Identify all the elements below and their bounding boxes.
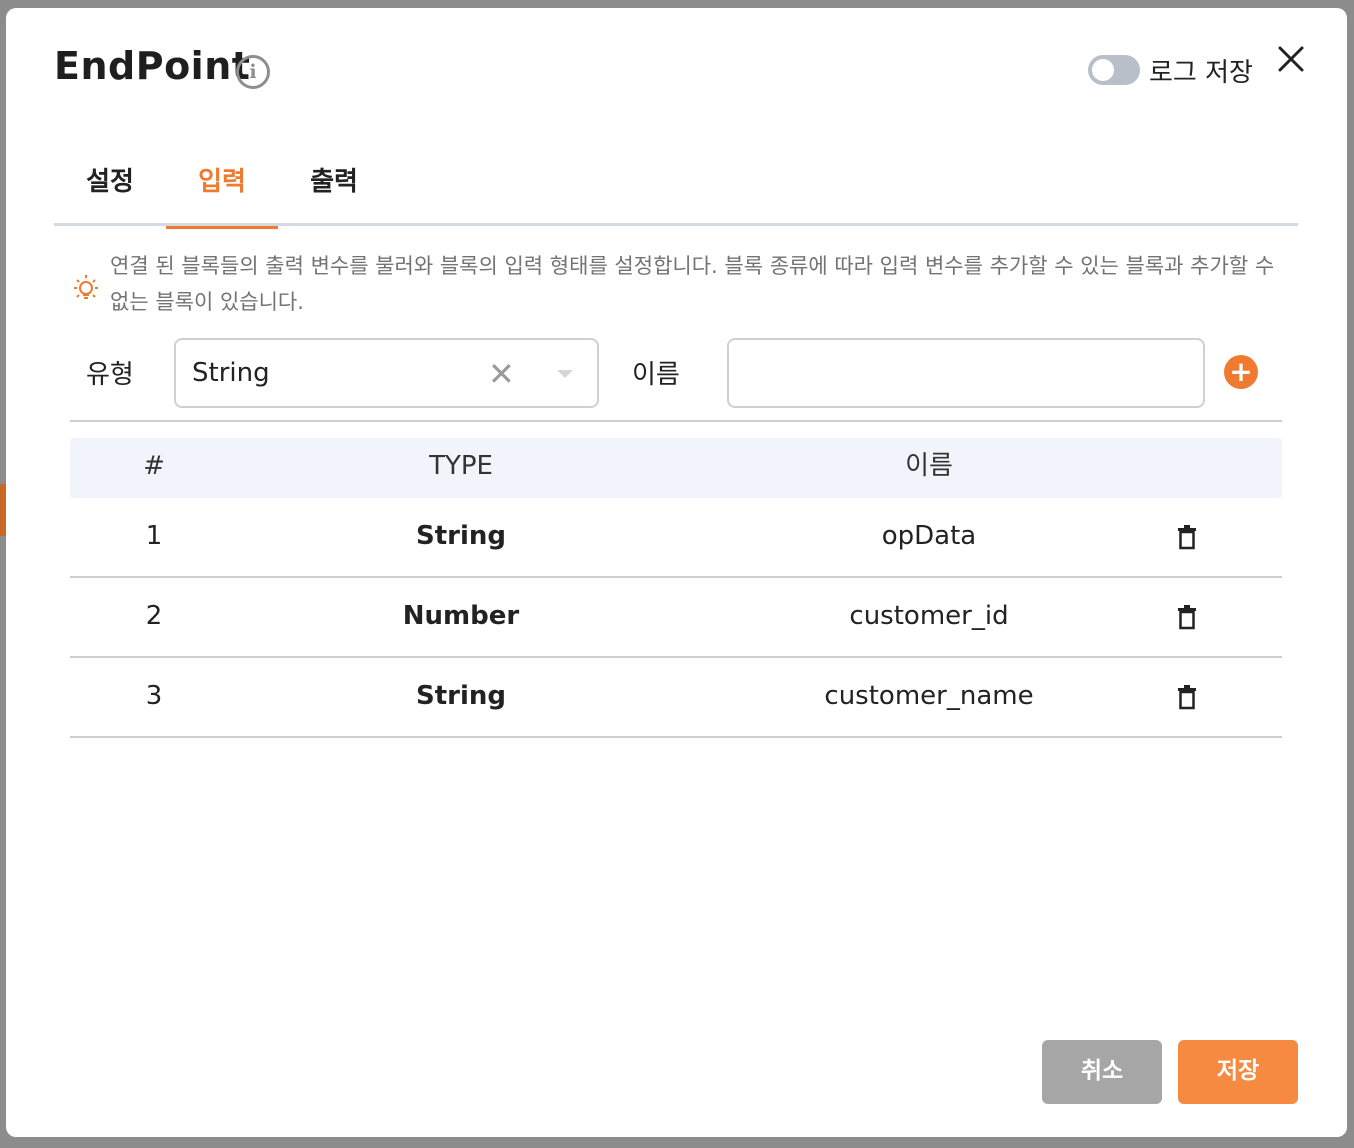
endpoint-dialog: EndPoint i 로그 저장 설정 입력 출력 연결 된 블록들의 출력 변… <box>6 8 1347 1137</box>
row-index: 2 <box>145 601 163 631</box>
type-label: 유형 <box>86 360 134 390</box>
row-name: customer_name <box>824 681 1034 711</box>
table-row: 3 String customer_name <box>70 658 1282 738</box>
log-save-toggle[interactable] <box>1088 55 1140 85</box>
lightbulb-icon <box>74 275 98 299</box>
variable-table: # TYPE 이름 1 String opData 2 Number custo… <box>70 438 1282 738</box>
row-name: opData <box>881 521 977 551</box>
trash-icon[interactable] <box>1177 604 1197 630</box>
close-x-icon[interactable] <box>1274 42 1308 76</box>
row-index: 3 <box>145 681 163 711</box>
tab-output[interactable]: 출력 <box>278 158 390 226</box>
name-label: 이름 <box>632 360 680 390</box>
clear-icon[interactable]: ✕ <box>488 356 515 392</box>
header-name: 이름 <box>905 451 953 481</box>
name-input[interactable] <box>727 338 1205 408</box>
table-header: # TYPE 이름 <box>70 438 1282 498</box>
cancel-button[interactable]: 취소 <box>1042 1040 1162 1104</box>
row-type: String <box>415 521 506 551</box>
hint-text: 연결 된 블록들의 출력 변수를 불러와 블록의 입력 형태를 설정합니다. 블… <box>110 254 1275 314</box>
dialog-title: EndPoint <box>54 44 251 88</box>
log-save-label: 로그 저장 <box>1149 58 1253 88</box>
trash-icon[interactable] <box>1177 684 1197 710</box>
type-select-value: String <box>192 358 270 388</box>
table-row: 2 Number customer_id <box>70 578 1282 658</box>
form-divider <box>70 420 1282 422</box>
toggle-knob <box>1092 59 1114 81</box>
row-name: customer_id <box>849 601 1009 631</box>
tab-input[interactable]: 입력 <box>166 158 278 229</box>
info-circle-icon[interactable]: i <box>236 55 270 89</box>
type-select[interactable]: String ✕ <box>174 338 599 408</box>
row-type: Number <box>402 601 520 631</box>
add-variable-button[interactable]: + <box>1224 355 1258 389</box>
table-row: 1 String opData <box>70 498 1282 578</box>
header-type: TYPE <box>429 451 493 481</box>
save-button[interactable]: 저장 <box>1178 1040 1298 1104</box>
header-index: # <box>143 451 165 481</box>
row-type: String <box>415 681 506 711</box>
trash-icon[interactable] <box>1177 524 1197 550</box>
row-index: 1 <box>145 521 163 551</box>
tab-bar: 설정 입력 출력 <box>54 158 1298 229</box>
chevron-down-icon[interactable] <box>557 370 573 378</box>
tab-settings[interactable]: 설정 <box>54 158 166 226</box>
